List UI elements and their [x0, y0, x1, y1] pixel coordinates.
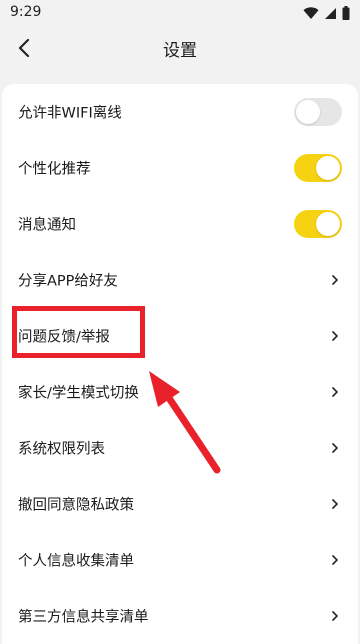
chevron-right-icon [332, 499, 338, 509]
setting-label: 撤回同意隐私政策 [18, 497, 134, 514]
chevron-right-icon [332, 611, 338, 621]
toggle-knob [316, 212, 340, 236]
setting-item-offline-wifi[interactable]: 允许非WIFI离线 [2, 84, 358, 140]
chevron-right-icon [332, 443, 338, 453]
chevron-right-icon [332, 331, 338, 341]
setting-item-revoke-privacy-consent[interactable]: 撤回同意隐私政策 [2, 476, 358, 532]
status-bar: 9:29 [0, 0, 360, 26]
offline-wifi-toggle[interactable] [294, 98, 342, 126]
chevron-right-icon [332, 387, 338, 397]
battery-icon [342, 6, 350, 20]
setting-item-personalized-recommend[interactable]: 个性化推荐 [2, 140, 358, 196]
setting-label: 系统权限列表 [18, 441, 105, 458]
status-icons [303, 6, 350, 20]
settings-list: 允许非WIFI离线 个性化推荐 消息通知 分享APP给好友 问题反馈/举报 家长… [2, 84, 358, 644]
setting-label: 个性化推荐 [18, 161, 91, 178]
setting-item-third-party-sharing-list[interactable]: 第三方信息共享清单 [2, 588, 358, 644]
chevron-right-icon [332, 275, 338, 285]
setting-label: 第三方信息共享清单 [18, 609, 149, 626]
toggle-knob [316, 156, 340, 180]
notifications-toggle[interactable] [294, 210, 342, 238]
setting-item-system-permissions[interactable]: 系统权限列表 [2, 420, 358, 476]
personalized-recommend-toggle[interactable] [294, 154, 342, 182]
nav-bar: 设置 [0, 26, 360, 70]
status-time: 9:29 [10, 4, 42, 20]
setting-item-personal-info-list[interactable]: 个人信息收集清单 [2, 532, 358, 588]
setting-label: 消息通知 [18, 217, 76, 234]
toggle-knob [296, 100, 320, 124]
chevron-right-icon [332, 555, 338, 565]
setting-label: 家长/学生模式切换 [18, 385, 139, 402]
setting-item-share-app[interactable]: 分享APP给好友 [2, 252, 358, 308]
setting-item-notifications[interactable]: 消息通知 [2, 196, 358, 252]
setting-label: 分享APP给好友 [18, 273, 118, 290]
annotation-highlight-box [12, 306, 145, 358]
setting-label: 个人信息收集清单 [18, 553, 134, 570]
setting-label: 允许非WIFI离线 [18, 105, 122, 122]
page-title: 设置 [163, 41, 197, 61]
setting-item-parent-student-mode[interactable]: 家长/学生模式切换 [2, 364, 358, 420]
wifi-icon [303, 6, 319, 19]
signal-icon [325, 7, 336, 19]
